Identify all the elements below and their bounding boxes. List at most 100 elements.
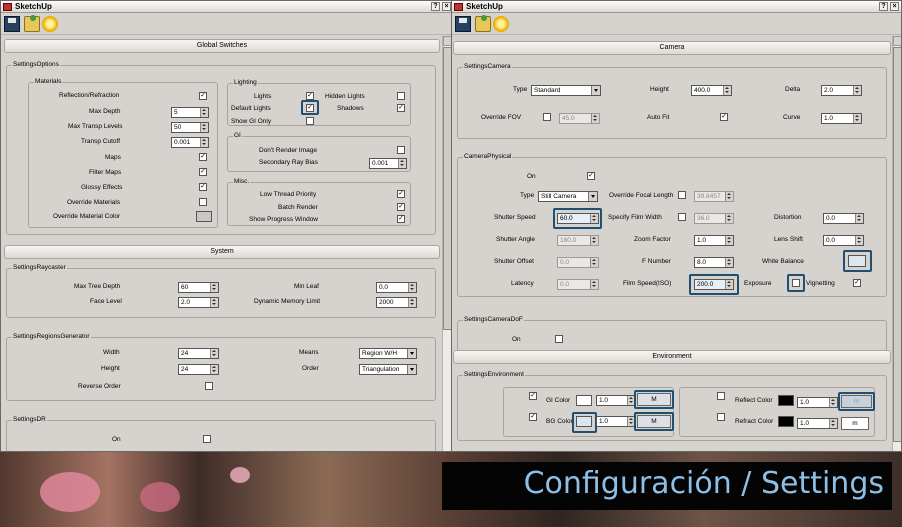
environment-header[interactable]: Environment [453, 350, 891, 364]
distortion-spinner[interactable]: 0.0 [823, 213, 864, 224]
latency-spinner[interactable]: 0.0 [557, 279, 599, 290]
scroll-thumb[interactable] [893, 47, 901, 442]
override-fov-checkbox[interactable] [543, 113, 551, 121]
show-gi-only-checkbox[interactable] [306, 117, 314, 125]
override-focal-length-spinner[interactable]: 39.8457 [694, 191, 734, 202]
max-depth-spinner[interactable]: 5 [171, 107, 209, 118]
min-leaf-spinner[interactable]: 0.0 [376, 282, 417, 293]
curve-spinner[interactable]: 1.0 [821, 113, 862, 124]
camera-type-select[interactable]: Standard [531, 85, 601, 96]
open-icon[interactable] [24, 15, 40, 32]
reflect-color-swatch[interactable] [778, 395, 794, 406]
override-material-color-swatch[interactable] [196, 211, 212, 222]
specify-film-width-checkbox[interactable] [678, 213, 686, 221]
help-button[interactable]: ? [431, 2, 440, 11]
camera-header[interactable]: Camera [453, 41, 891, 55]
render-icon[interactable] [493, 16, 509, 32]
white-balance-label: White Balance [762, 258, 804, 265]
white-balance-swatch[interactable] [848, 255, 866, 267]
reflect-color-checkbox[interactable] [717, 392, 725, 400]
right-scrollbar[interactable] [892, 36, 901, 451]
lens-shift-spinner[interactable]: 0.0 [823, 235, 864, 246]
dont-render-image-checkbox[interactable] [397, 146, 405, 154]
transp-cutoff-spinner[interactable]: 0.001 [171, 137, 209, 148]
glossy-effects-checkbox[interactable]: ✓ [199, 183, 207, 191]
reflection-refraction-checkbox[interactable]: ✓ [199, 92, 207, 100]
max-tree-depth-spinner[interactable]: 60 [178, 282, 219, 293]
close-button[interactable]: × [442, 2, 451, 11]
save-icon[interactable] [455, 16, 471, 32]
save-icon[interactable] [4, 16, 20, 32]
bg-color-checkbox[interactable]: ✓ [529, 413, 537, 421]
secondary-ray-bias-label: Secondary Ray Bias [259, 159, 318, 166]
camera-height-spinner[interactable]: 400.0 [691, 85, 732, 96]
height-label: Height [101, 365, 120, 372]
refract-multiplier-spinner[interactable]: 1.0 [797, 418, 838, 429]
auto-fit-label: Auto Fit [647, 114, 670, 121]
max-transp-levels-spinner[interactable]: 50 [171, 122, 209, 133]
filter-maps-checkbox[interactable]: ✓ [199, 168, 207, 176]
auto-fit-checkbox[interactable]: ✓ [720, 113, 728, 121]
global-switches-header[interactable]: Global Switches [4, 39, 440, 53]
shutter-angle-spinner[interactable]: 180.0 [557, 235, 599, 246]
bg-multiplier-spinner[interactable]: 1.0 [596, 416, 636, 427]
render-icon[interactable] [42, 16, 58, 32]
zoom-factor-spinner[interactable]: 1.0 [694, 235, 734, 246]
bg-color-swatch[interactable] [576, 416, 592, 427]
order-label: Order [302, 365, 319, 372]
gi-color-swatch[interactable] [576, 395, 592, 406]
override-fov-spinner[interactable]: 45.0 [559, 113, 600, 124]
f-number-label: F Number [642, 258, 671, 265]
dynamic-memory-limit-spinner[interactable]: 2000 [376, 297, 417, 308]
maps-checkbox[interactable]: ✓ [199, 153, 207, 161]
dof-on-checkbox[interactable] [555, 335, 563, 343]
window-title: SketchUp [466, 2, 503, 11]
open-icon[interactable] [475, 15, 491, 32]
reflect-multiplier-spinner[interactable]: 1.0 [797, 397, 838, 408]
width-spinner[interactable]: 24 [178, 348, 219, 359]
delta-spinner[interactable]: 2.0 [821, 85, 862, 96]
gi-map-button[interactable]: M [637, 393, 671, 406]
shutter-angle-label: Shutter Angle [496, 236, 536, 243]
group-title: SettingsEnvironment [463, 371, 525, 378]
height-spinner[interactable]: 24 [178, 364, 219, 375]
show-progress-window-checkbox[interactable]: ✓ [397, 215, 405, 223]
gi-multiplier-spinner[interactable]: 1.0 [596, 395, 636, 406]
toolbar [1, 14, 451, 35]
toolbar [452, 14, 901, 35]
reflect-map-button[interactable]: m [841, 395, 872, 408]
specify-film-width-spinner[interactable]: 36.0 [694, 213, 734, 224]
refract-map-button[interactable]: m [841, 417, 869, 430]
help-button[interactable]: ? [879, 2, 888, 11]
shadows-checkbox[interactable]: ✓ [397, 104, 405, 112]
f-number-spinner[interactable]: 8.0 [694, 257, 734, 268]
dr-on-checkbox[interactable] [203, 435, 211, 443]
system-header[interactable]: System [4, 245, 440, 259]
default-lights-checkbox[interactable]: ✓ [306, 104, 314, 112]
means-select[interactable]: Region W/H [359, 348, 417, 359]
vignetting-checkbox[interactable]: ✓ [853, 279, 861, 287]
shutter-speed-spinner[interactable]: 60.0 [557, 213, 599, 224]
shutter-offset-spinner[interactable]: 0.0 [557, 257, 599, 268]
secondary-ray-bias-spinner[interactable]: 0.001 [369, 158, 407, 169]
refract-color-swatch[interactable] [778, 416, 794, 427]
physical-type-select[interactable]: Still Camera [538, 191, 598, 202]
order-select[interactable]: Triangulation [359, 364, 417, 375]
bg-map-button[interactable]: M [637, 415, 671, 428]
lights-checkbox[interactable]: ✓ [306, 92, 314, 100]
override-materials-checkbox[interactable] [199, 198, 207, 206]
low-thread-priority-checkbox[interactable]: ✓ [397, 190, 405, 198]
face-level-spinner[interactable]: 2.0 [178, 297, 219, 308]
exposure-checkbox[interactable] [792, 279, 800, 287]
physical-on-checkbox[interactable]: ✓ [587, 172, 595, 180]
film-speed-spinner[interactable]: 200.0 [694, 279, 734, 290]
gi-color-checkbox[interactable]: ✓ [529, 392, 537, 400]
hidden-lights-checkbox[interactable] [397, 92, 405, 100]
override-focal-length-checkbox[interactable] [678, 191, 686, 199]
refract-color-checkbox[interactable] [717, 413, 725, 421]
scroll-up-button[interactable] [893, 36, 901, 46]
override-material-color-label: Override Material Color [53, 213, 121, 220]
close-button[interactable]: × [890, 2, 899, 11]
reverse-order-checkbox[interactable] [205, 382, 213, 390]
batch-render-checkbox[interactable]: ✓ [397, 203, 405, 211]
